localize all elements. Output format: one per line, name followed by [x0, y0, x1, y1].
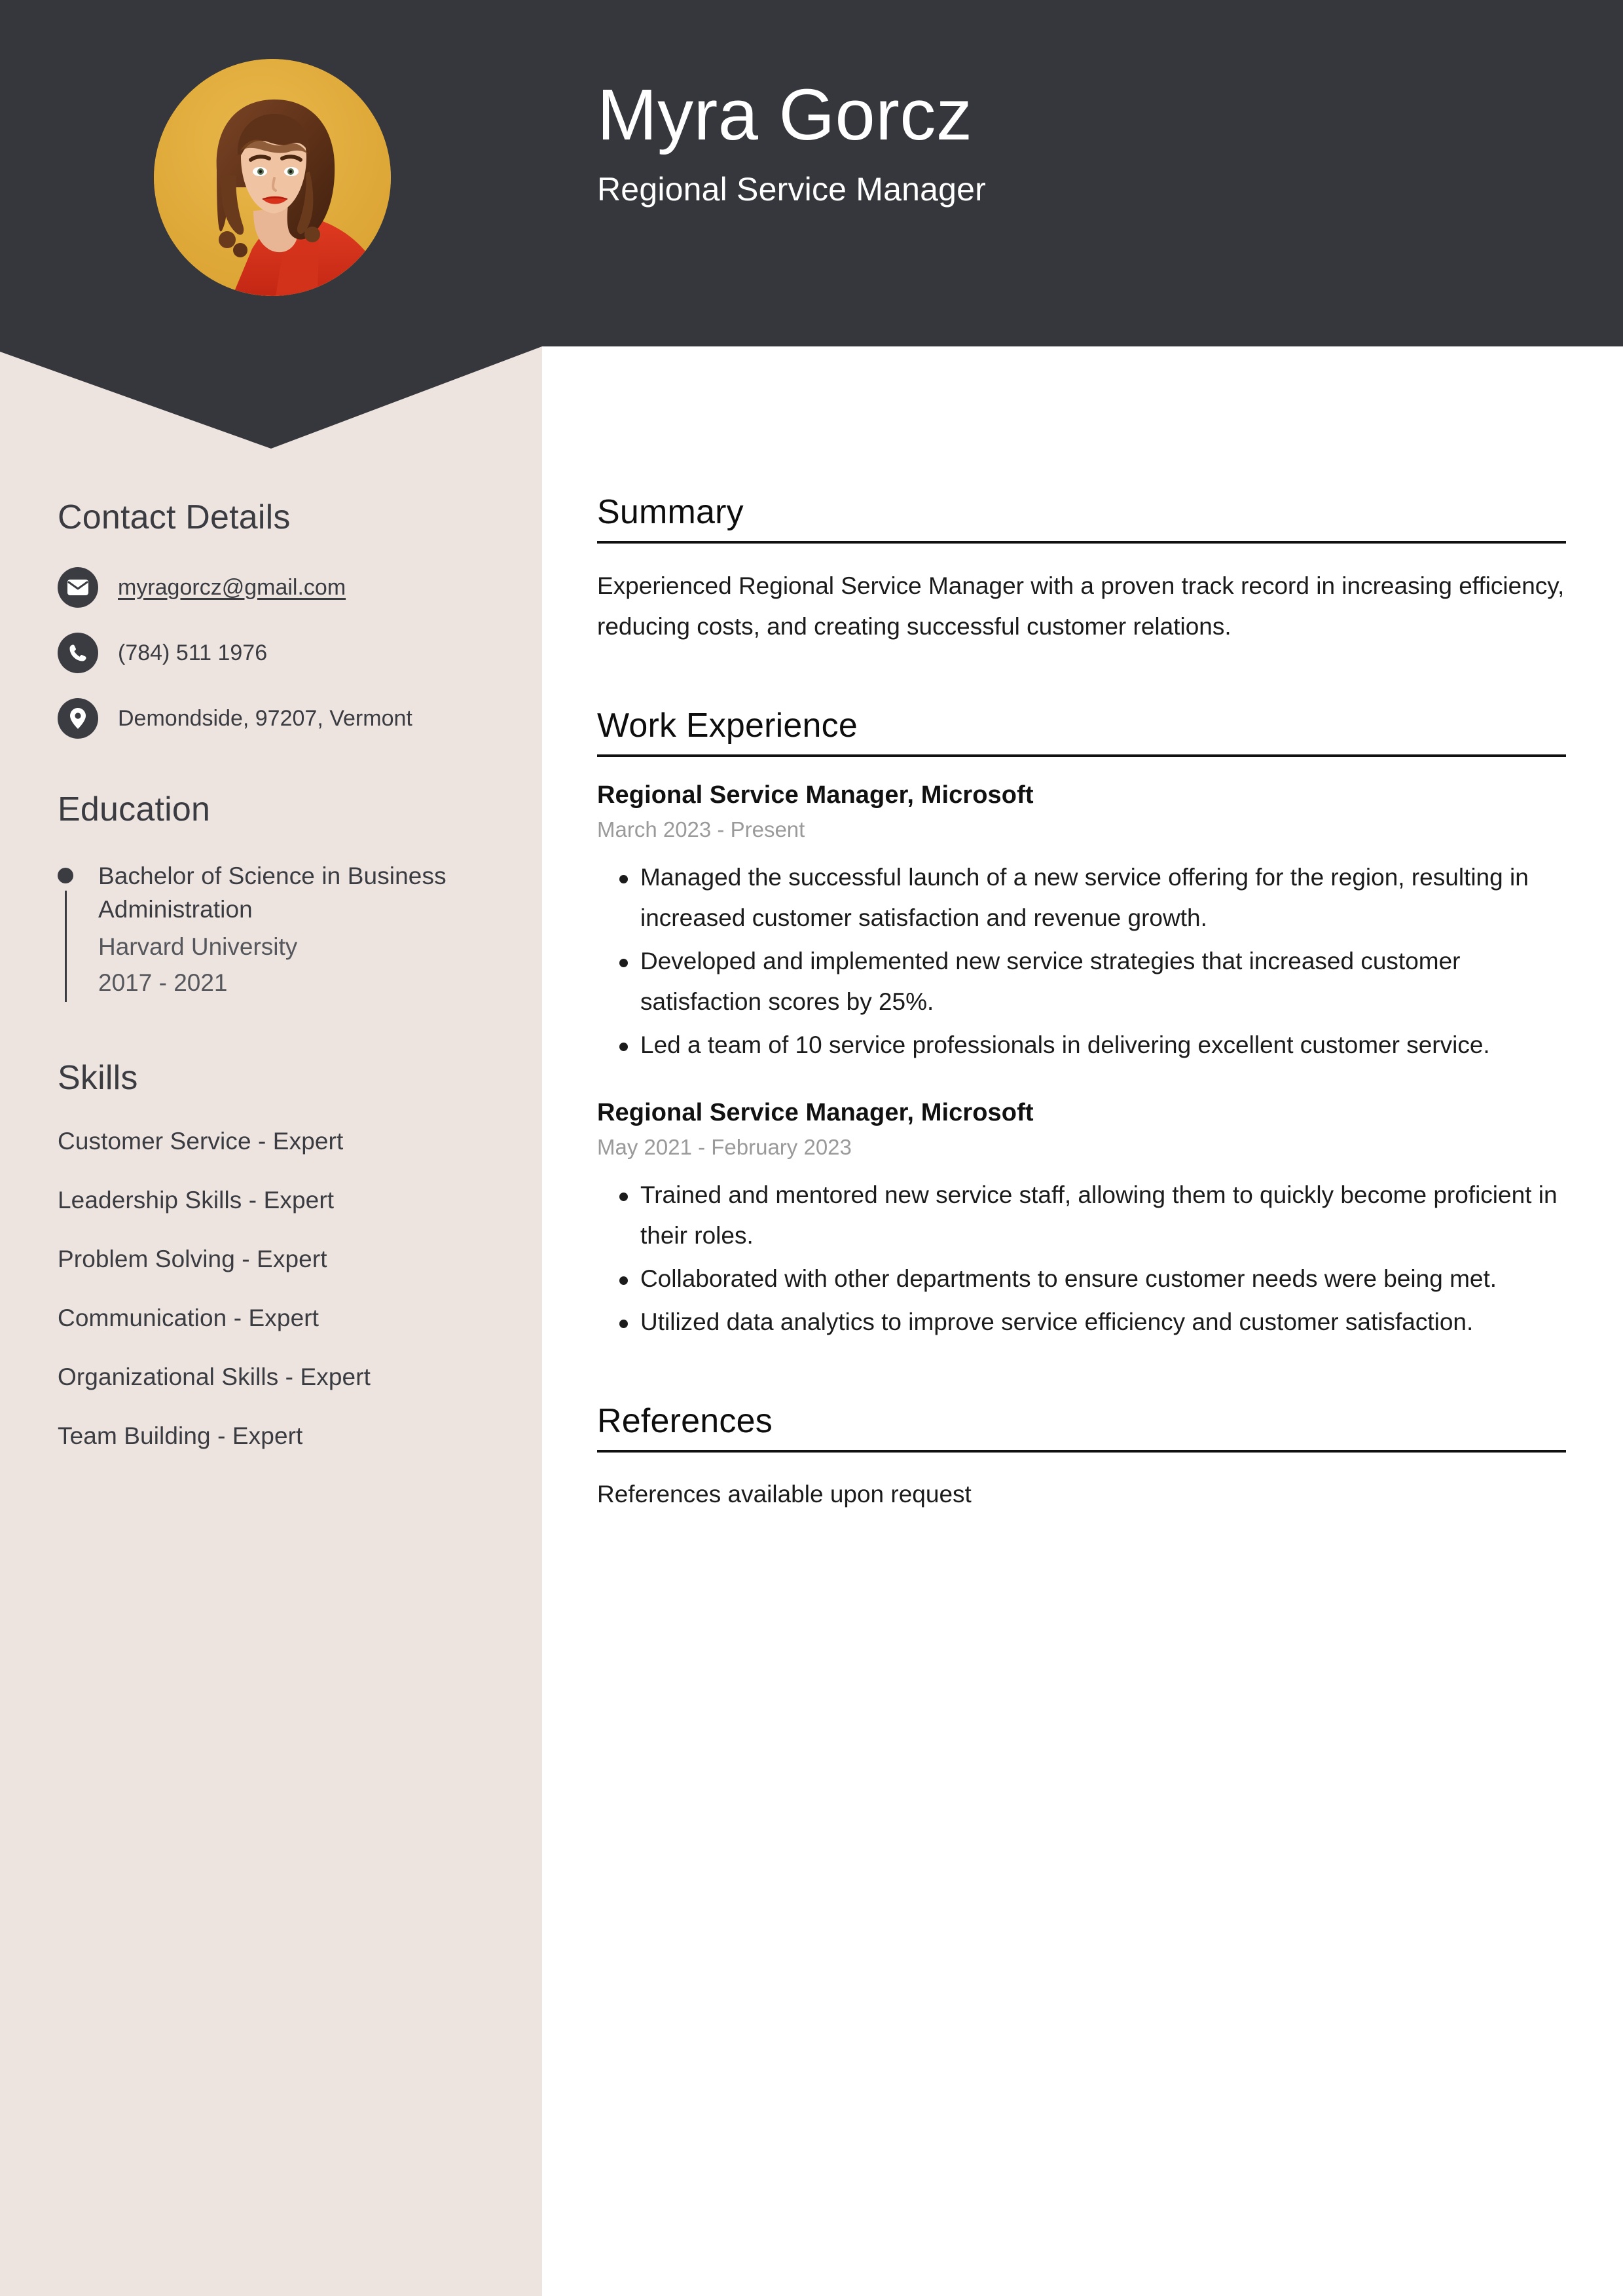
job-bullet: Developed and implemented new service st… [597, 941, 1566, 1022]
map-pin-icon [58, 698, 98, 739]
work-experience-rule [597, 754, 1566, 758]
job-dates: May 2021 - February 2023 [597, 1134, 852, 1159]
education-heading: Education [58, 790, 211, 828]
job-entry: Regional Service Manager, Microsoft Marc… [597, 779, 1566, 1065]
references-section: References References available upon req… [597, 1401, 1566, 1513]
skill-item: Communication - Expert [58, 1305, 319, 1332]
candidate-name: Myra Gorcz [597, 75, 973, 155]
job-entry: Regional Service Manager, Microsoft May … [597, 1097, 1566, 1342]
summary-rule [597, 541, 1566, 544]
main-content: Summary Experienced Regional Service Man… [597, 492, 1566, 1557]
job-bullet: Utilized data analytics to improve servi… [597, 1302, 1566, 1342]
avatar [154, 59, 391, 296]
education-section: Education Bachelor of Science in Busines… [58, 790, 516, 1005]
contact-details-section: Contact Details myragorcz@gmail.com (784… [58, 498, 516, 739]
contact-list: myragorcz@gmail.com (784) 511 1976 Demon… [58, 567, 516, 739]
job-bullet: Trained and mentored new service staff, … [597, 1175, 1566, 1256]
summary-section: Summary Experienced Regional Service Man… [597, 492, 1566, 647]
education-item: Bachelor of Science in Business Administ… [58, 859, 516, 1005]
job-bullet-list: Managed the successful launch of a new s… [597, 857, 1566, 1066]
job-role: Regional Service Manager, Microsoft [597, 1099, 1034, 1127]
job-role: Regional Service Manager, Microsoft [597, 781, 1034, 809]
candidate-job-title: Regional Service Manager [597, 170, 987, 208]
header-chevron-shape [0, 341, 542, 455]
sidebar-content: Contact Details myragorcz@gmail.com (784… [58, 498, 516, 1450]
contact-details-heading: Contact Details [58, 498, 291, 536]
contact-item-location[interactable]: Demondside, 97207, Vermont [58, 698, 516, 739]
summary-text: Experienced Regional Service Manager wit… [597, 572, 1565, 640]
summary-heading: Summary [597, 493, 744, 531]
education-dates: 2017 - 2021 [98, 969, 228, 997]
work-experience-section: Work Experience Regional Service Manager… [597, 706, 1566, 1342]
envelope-icon [58, 567, 98, 608]
references-heading: References [597, 1402, 773, 1441]
phone-value[interactable]: (784) 511 1976 [118, 640, 267, 667]
skill-item: Problem Solving - Expert [58, 1246, 327, 1273]
job-bullet: Collaborated with other departments to e… [597, 1259, 1566, 1299]
phone-icon [58, 633, 98, 673]
contact-item-email[interactable]: myragorcz@gmail.com [58, 567, 516, 608]
skill-item: Organizational Skills - Expert [58, 1363, 371, 1391]
skills-section: Skills Customer Service - Expert Leaders… [58, 1058, 516, 1450]
location-value: Demondside, 97207, Vermont [118, 705, 412, 731]
education-school: Harvard University [98, 933, 298, 961]
timeline-dot-icon [58, 868, 73, 883]
education-list: Bachelor of Science in Business Administ… [58, 859, 516, 1005]
references-text: References available upon request [597, 1481, 972, 1508]
education-degree: Bachelor of Science in Business Administ… [98, 862, 447, 923]
job-bullet: Led a team of 10 service professionals i… [597, 1025, 1566, 1065]
email-value[interactable]: myragorcz@gmail.com [118, 574, 346, 601]
skill-item: Team Building - Expert [58, 1422, 303, 1450]
timeline-line [65, 891, 67, 1003]
header-text-group: Myra Gorcz Regional Service Manager [597, 77, 986, 208]
resume-page: Myra Gorcz Regional Service Manager Cont… [0, 0, 1623, 2296]
skill-item: Leadership Skills - Expert [58, 1187, 335, 1214]
job-bullet-list: Trained and mentored new service staff, … [597, 1175, 1566, 1343]
references-rule [597, 1450, 1566, 1453]
job-bullet: Managed the successful launch of a new s… [597, 857, 1566, 938]
work-experience-heading: Work Experience [597, 707, 858, 745]
skills-list: Customer Service - Expert Leadership Ski… [58, 1128, 516, 1450]
job-dates: March 2023 - Present [597, 817, 805, 842]
skills-heading: Skills [58, 1059, 138, 1098]
skill-item: Customer Service - Expert [58, 1128, 344, 1155]
contact-item-phone[interactable]: (784) 511 1976 [58, 633, 516, 673]
